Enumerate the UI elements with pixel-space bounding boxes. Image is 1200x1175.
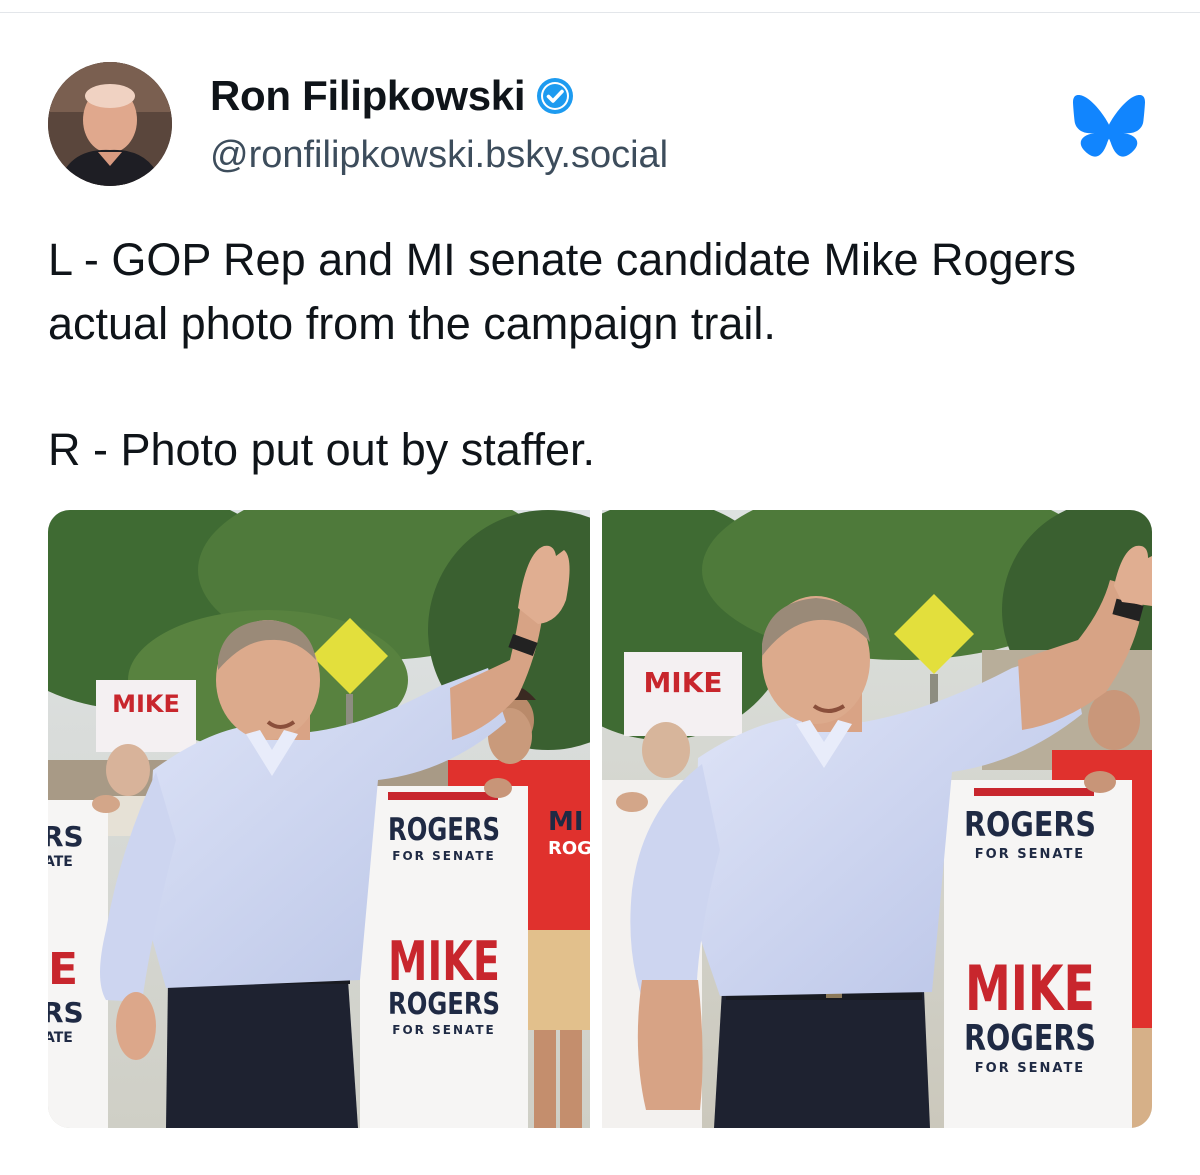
banner-right-for-senate-2: FOR SENATE — [975, 1061, 1085, 1076]
edge-sign-2: E — [48, 944, 78, 995]
banner-left-for-senate-2: FOR SENATE — [392, 1023, 495, 1037]
banner-right-rogers-2: ROGERS — [964, 1018, 1096, 1059]
verified-badge-icon — [537, 78, 574, 114]
left-photo-scene: MIKE MI ROG RS ATE E RS ATE ROGERS FOR S… — [48, 510, 590, 1128]
right-photo-scene: MIKE ROGERS FOR SENATE MIKE ROGERS FOR S… — [602, 510, 1152, 1128]
edge-sign-1-sub: ATE — [48, 854, 73, 870]
edge-sign-3-sub: ATE — [48, 1030, 73, 1046]
bluesky-butterfly-icon[interactable] — [1073, 95, 1145, 157]
left-photo[interactable]: MIKE MI ROG RS ATE E RS ATE ROGERS FOR S… — [48, 510, 590, 1128]
back-sign-right-text: MIKE — [643, 666, 722, 699]
banner-left-rogers: ROGERS — [388, 812, 500, 848]
author-name[interactable]: Ron Filipkowski — [210, 72, 526, 120]
back-sign-left-text: MIKE — [112, 690, 180, 718]
post-line-right: R - Photo put out by staffer. — [48, 424, 595, 475]
banner-left-mike: MIKE — [388, 930, 500, 993]
red-shirt-subtext: ROG — [548, 838, 590, 859]
edge-sign-1: RS — [48, 820, 84, 853]
author-avatar[interactable] — [48, 62, 172, 186]
avatar-photo — [48, 62, 172, 186]
post-body: L - GOP Rep and MI senate candidate Mike… — [48, 228, 1158, 482]
banner-right-rogers: ROGERS — [964, 805, 1096, 845]
post-image-grid: MIKE MI ROG RS ATE E RS ATE ROGERS FOR S… — [48, 510, 1152, 1128]
author-handle[interactable]: @ronfilipkowski.bsky.social — [210, 134, 668, 177]
banner-right-for-senate: FOR SENATE — [975, 847, 1085, 862]
banner-left-for-senate: FOR SENATE — [392, 849, 495, 863]
edge-sign-3: RS — [48, 996, 84, 1029]
post-line-left: L - GOP Rep and MI senate candidate Mike… — [48, 234, 1077, 349]
author-name-row[interactable]: Ron Filipkowski — [210, 72, 575, 120]
red-shirt-text: MI — [548, 807, 584, 837]
banner-right-mike: MIKE — [965, 952, 1095, 1025]
top-divider — [0, 12, 1200, 13]
right-photo[interactable]: MIKE ROGERS FOR SENATE MIKE ROGERS FOR S… — [602, 510, 1152, 1128]
banner-left-rogers-2: ROGERS — [388, 987, 500, 1022]
